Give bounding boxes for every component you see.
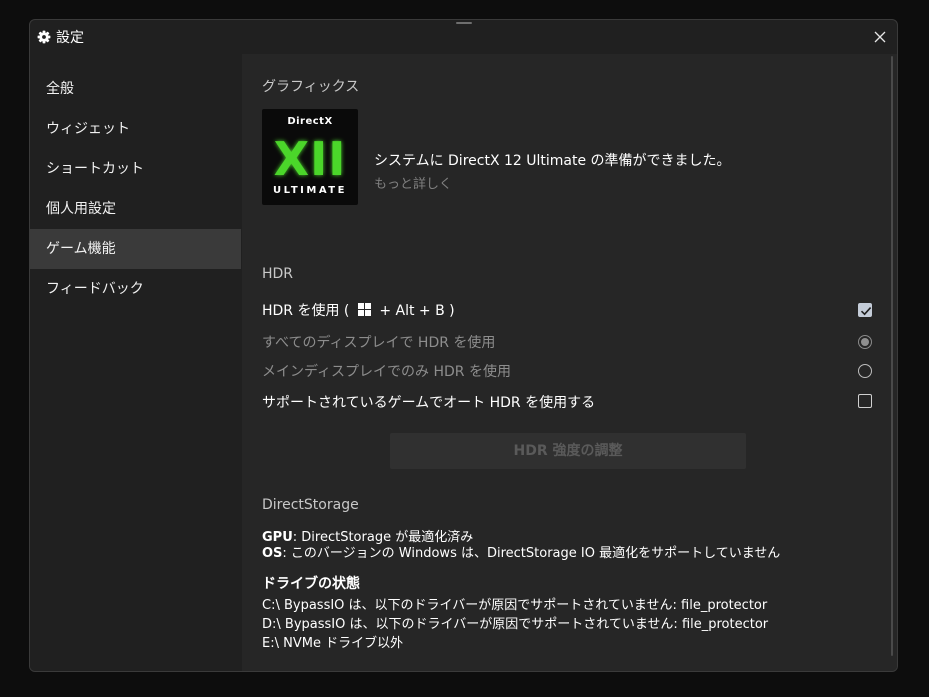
sidebar-item-gaming-features[interactable]: ゲーム機能 xyxy=(30,229,241,269)
logo-xii-mark: XII xyxy=(274,132,347,183)
learn-more-link[interactable]: もっと詳しく xyxy=(374,173,452,192)
main-display-hdr-radio[interactable] xyxy=(858,364,872,378)
os-value: : このバージョンの Windows は、DirectStorage IO 最適… xyxy=(282,546,781,561)
scrollbar[interactable] xyxy=(891,56,893,656)
hdr-section-title: HDR xyxy=(262,266,294,282)
directx-ready-text: システムに DirectX 12 Ultimate の準備ができました。 xyxy=(374,153,731,169)
settings-content: グラフィックス DirectX XII ULTIMATE システムに Direc… xyxy=(242,54,897,671)
sidebar: 全般 ウィジェット ショートカット 個人用設定 ゲーム機能 フィードバック xyxy=(30,54,242,671)
drive-status-c: C:\ BypassIO は、以下のドライバーが原因でサポートされていません: … xyxy=(262,598,768,613)
directstorage-section-title: DirectStorage xyxy=(262,497,359,513)
checkmark-icon xyxy=(860,307,872,316)
sidebar-item-general[interactable]: 全般 xyxy=(30,69,241,109)
graphics-section-title: グラフィックス xyxy=(262,79,360,95)
all-displays-hdr-radio[interactable] xyxy=(858,335,872,349)
gear-icon xyxy=(37,29,51,44)
use-hdr-checkbox[interactable] xyxy=(858,303,872,317)
window-title: 設定 xyxy=(56,30,84,46)
drive-status-d: D:\ BypassIO は、以下のドライバーが原因でサポートされていません: … xyxy=(262,617,769,632)
logo-directx-text: DirectX xyxy=(287,116,333,127)
os-key: OS xyxy=(262,546,283,561)
radio-selected-dot xyxy=(861,338,869,346)
window-drag-handle[interactable] xyxy=(456,22,472,24)
sidebar-item-shortcuts[interactable]: ショートカット xyxy=(30,149,241,189)
auto-hdr-checkbox[interactable] xyxy=(858,394,872,408)
use-hdr-label-suffix: + Alt + B ) xyxy=(379,303,455,319)
sidebar-item-personalization[interactable]: 個人用設定 xyxy=(30,189,241,229)
auto-hdr-label: サポートされているゲームでオート HDR を使用する xyxy=(262,395,596,411)
settings-window: 設定 全般 ウィジェット ショートカット 個人用設定 ゲーム機能 フィードバック… xyxy=(29,19,898,672)
hdr-intensity-button[interactable]: HDR 強度の調整 xyxy=(390,433,746,469)
directx-12-ultimate-logo: DirectX XII ULTIMATE xyxy=(262,109,358,205)
drive-status-e: E:\ NVMe ドライブ以外 xyxy=(262,636,404,651)
use-hdr-label: HDR を使用 ( + Alt + B ) xyxy=(262,300,455,320)
sidebar-item-feedback[interactable]: フィードバック xyxy=(30,269,241,309)
close-icon xyxy=(874,31,886,43)
logo-ultimate-text: ULTIMATE xyxy=(273,185,347,196)
all-displays-hdr-label: すべてのディスプレイで HDR を使用 xyxy=(262,335,496,351)
sidebar-item-widgets[interactable]: ウィジェット xyxy=(30,109,241,149)
os-status-line: OS: このバージョンの Windows は、DirectStorage IO … xyxy=(262,542,780,561)
main-display-hdr-label: メインディスプレイでのみ HDR を使用 xyxy=(262,364,511,380)
use-hdr-label-prefix: HDR を使用 ( xyxy=(262,303,350,319)
svg-text:XII: XII xyxy=(274,132,347,183)
windows-key-icon xyxy=(357,303,371,316)
close-button[interactable] xyxy=(867,24,893,50)
drive-status-heading: ドライブの状態 xyxy=(262,576,360,592)
title-bar[interactable]: 設定 xyxy=(30,20,897,54)
